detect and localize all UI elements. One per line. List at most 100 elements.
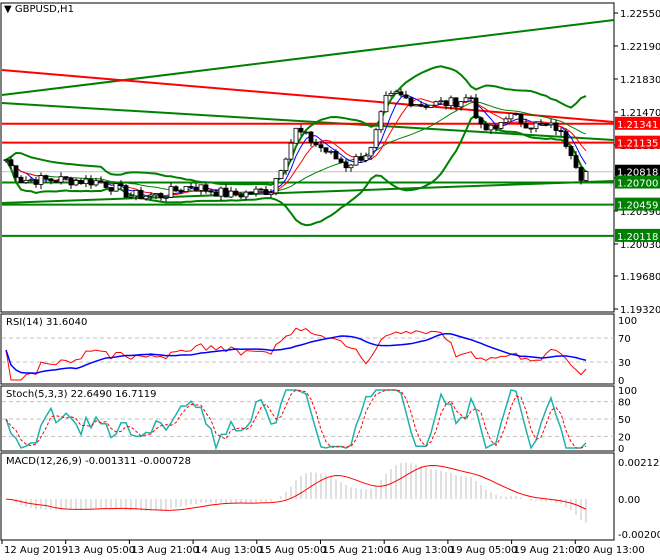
candle-body xyxy=(378,111,384,131)
candle-body xyxy=(323,147,329,153)
candle-body xyxy=(143,195,149,200)
candle-body xyxy=(328,150,334,153)
x-tick-label: 15 Aug 21:00 xyxy=(323,545,390,556)
candle-body xyxy=(338,158,344,163)
rsi-signal-line xyxy=(5,332,587,374)
candle-body xyxy=(228,190,234,198)
candle-body xyxy=(398,91,404,96)
candle-body xyxy=(478,117,484,125)
candle-body xyxy=(463,97,469,103)
candle-body xyxy=(333,150,339,160)
candle-body xyxy=(128,195,134,198)
candle-body xyxy=(3,159,9,162)
candle-body xyxy=(573,155,579,168)
candle-body xyxy=(53,180,59,183)
macd-tick-label: 0.00 xyxy=(618,495,640,506)
x-tick-label: 19 Aug 21:00 xyxy=(514,545,581,556)
candle-body xyxy=(523,122,529,129)
stoch-title: Stoch(5,3,3) 22.6490 16.7119 xyxy=(6,389,157,400)
candle-body xyxy=(303,131,309,134)
candle-body xyxy=(428,104,434,108)
candle-body xyxy=(373,129,379,148)
x-tick-label: 14 Aug 13:00 xyxy=(195,545,262,556)
candle-body xyxy=(183,186,189,192)
candle-body xyxy=(263,189,269,195)
x-tick-label: 15 Aug 05:00 xyxy=(259,545,326,556)
stoch-tick-label: 0 xyxy=(618,444,624,455)
x-tick-label: 19 Aug 05:00 xyxy=(450,545,517,556)
candle-body xyxy=(518,113,524,124)
candle-body xyxy=(503,118,509,123)
candle-body xyxy=(568,146,574,156)
candle-body xyxy=(353,156,359,166)
candle-body xyxy=(408,97,414,107)
candle-body xyxy=(288,142,294,160)
candle-body xyxy=(553,122,559,131)
x-tick-label: 12 Aug 2019 xyxy=(4,545,68,556)
y-tick-label: 1.21830 xyxy=(620,75,660,86)
candle-body xyxy=(493,124,499,129)
price-label: 1.21341 xyxy=(617,120,658,131)
candle-body xyxy=(203,184,209,192)
rsi-tick-label: 30 xyxy=(618,358,631,369)
candle-body xyxy=(178,190,184,193)
candle-body xyxy=(258,188,264,191)
candle-body xyxy=(318,144,324,149)
candle-body xyxy=(208,190,214,193)
price-label: 1.20459 xyxy=(617,201,658,212)
candle-body xyxy=(443,100,449,107)
candle-body xyxy=(243,191,249,198)
candle-body xyxy=(28,179,34,182)
y-tick-label: 1.22190 xyxy=(620,42,660,53)
candle-body xyxy=(348,164,354,169)
candle-body xyxy=(578,167,584,181)
candle-body xyxy=(193,186,199,191)
rsi-line xyxy=(5,327,587,381)
candle-body xyxy=(8,159,14,167)
candle-body xyxy=(543,123,549,126)
macd-title: MACD(12,26,9) -0.001311 -0.000728 xyxy=(6,456,191,467)
candle-body xyxy=(508,113,514,120)
candle-body xyxy=(173,186,179,192)
price-label: 1.20700 xyxy=(617,179,658,190)
rsi-tick-label: 100 xyxy=(618,316,637,327)
candle-body xyxy=(563,131,569,147)
candle-body xyxy=(483,123,489,131)
candle-body xyxy=(308,131,314,143)
candle-body xyxy=(88,178,94,186)
candle-body xyxy=(253,188,259,195)
candle-body xyxy=(158,193,164,199)
candle-body xyxy=(168,186,174,198)
candle-body xyxy=(283,158,289,171)
candle-body xyxy=(63,176,69,179)
symbol-label: GBPUSD,H1 xyxy=(14,4,74,15)
candle-body xyxy=(363,155,369,161)
candle-body xyxy=(413,104,419,107)
rsi-title: RSI(14) 31.6040 xyxy=(6,317,88,328)
rsi-tick-label: 70 xyxy=(618,334,631,345)
candle-body xyxy=(343,162,349,169)
y-tick-label: 1.19680 xyxy=(620,272,660,283)
candle-body xyxy=(233,190,239,196)
candle-body xyxy=(358,156,364,161)
x-tick-label: 13 Aug 05:00 xyxy=(68,545,135,556)
candle-body xyxy=(123,185,129,198)
candle-body xyxy=(153,193,159,196)
candle-body xyxy=(473,97,479,119)
candle-body xyxy=(78,180,84,185)
y-tick-label: 1.19320 xyxy=(620,305,660,316)
candle-body xyxy=(48,178,54,182)
candle-body xyxy=(513,113,519,115)
stoch-tick-label: 80 xyxy=(618,398,631,409)
candle-body xyxy=(458,101,464,108)
candle-body xyxy=(213,191,219,197)
symbol-title: ▼ GBPUSD,H1 xyxy=(4,4,74,15)
candle-body xyxy=(583,171,589,181)
price-label: 1.21135 xyxy=(617,139,658,150)
candle-body xyxy=(218,187,224,197)
chart-canvas[interactable]: 1.225501.221901.218301.214701.211101.207… xyxy=(0,0,660,560)
candle-body xyxy=(403,94,409,99)
candle-body xyxy=(93,180,99,186)
candle-body xyxy=(188,186,194,188)
candle-body xyxy=(238,194,244,198)
